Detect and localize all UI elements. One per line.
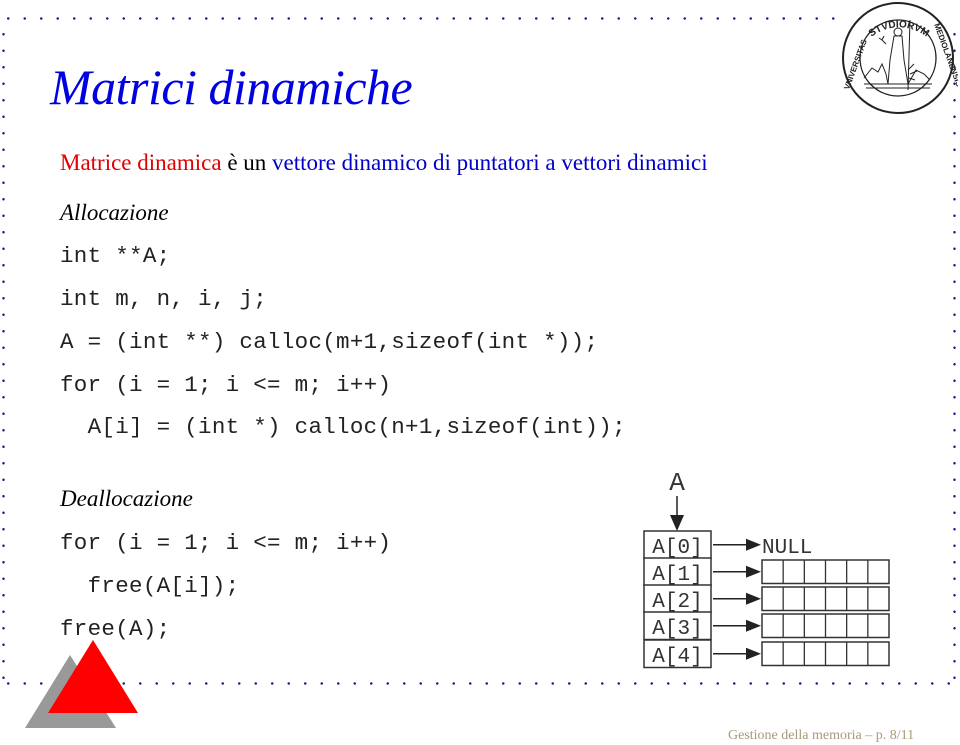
pointer-label-A: A (669, 468, 685, 498)
pointer-cell-label: A[2] (652, 591, 702, 614)
row-arrowhead (746, 647, 761, 660)
pointer-cell-label: A[0] (652, 537, 702, 560)
pointer-cell-label: A[3] (652, 618, 702, 641)
null-label: NULL (762, 537, 812, 560)
footer-page-info: Gestione della memoria – p. 8/11 (728, 728, 915, 743)
pointer-arrowhead (670, 515, 684, 531)
pointer-cell-label: A[4] (652, 646, 702, 669)
row-arrowhead (746, 619, 761, 632)
row-arrowhead (746, 538, 761, 551)
pointer-cell-label: A[1] (652, 564, 702, 587)
row-arrowhead (746, 592, 761, 605)
department-triangle-logo (25, 640, 138, 728)
row-arrowhead (746, 565, 761, 578)
